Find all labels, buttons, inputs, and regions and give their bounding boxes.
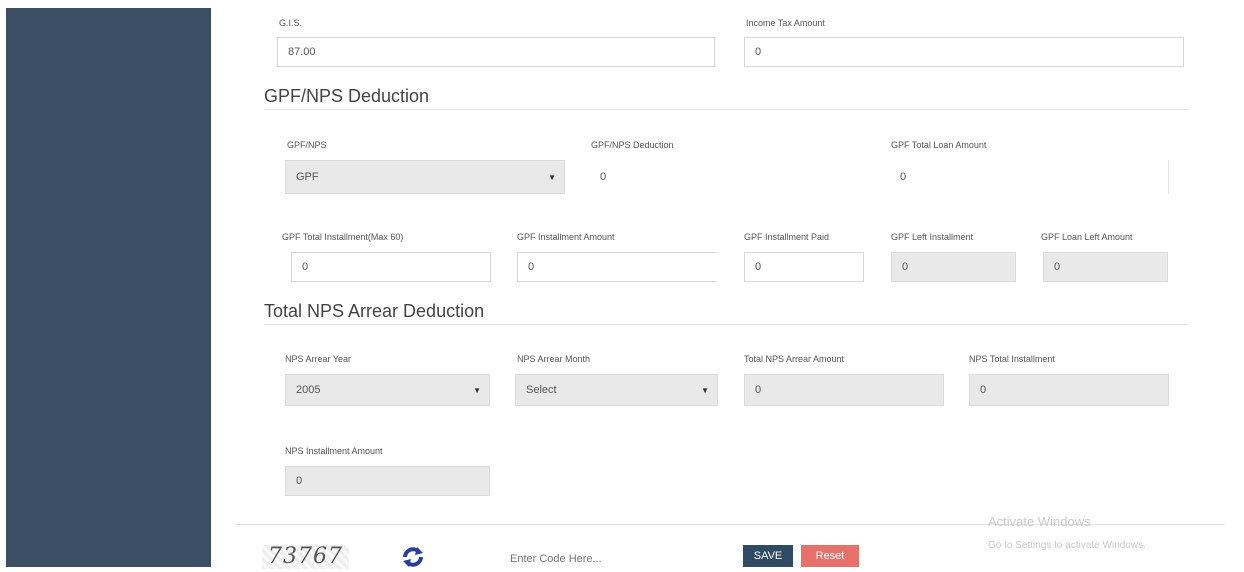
chevron-down-icon: ▼ <box>701 385 709 395</box>
captcha-image: 73767 <box>262 545 349 569</box>
nps-installment-amount-label: NPS Installment Amount <box>285 446 383 456</box>
gis-input[interactable]: 87.00 <box>277 37 715 67</box>
captcha-code-input[interactable] <box>505 550 715 567</box>
watermark-title: Activate Windows <box>988 514 1091 529</box>
nps-arrear-month-selected: Select <box>526 384 557 396</box>
nps-arrear-month-label: NPS Arrear Month <box>517 354 591 364</box>
gpf-left-installment-input: 0 <box>891 252 1016 282</box>
form-panel: G.I.S. 87.00 Income Tax Amount 0 GPF/NPS… <box>235 8 1225 525</box>
gpf-section-heading: GPF/NPS Deduction <box>264 86 430 106</box>
nps-arrear-year-label: NPS Arrear Year <box>285 354 352 364</box>
sidebar <box>6 8 211 567</box>
gpf-nps-selected: GPF <box>296 171 319 183</box>
chevron-down-icon: ▼ <box>548 172 556 182</box>
watermark-subtitle: Go to Settings to activate Windows. <box>988 540 1146 551</box>
nps-section-heading: Total NPS Arrear Deduction <box>264 301 485 321</box>
nps-installment-amount-input: 0 <box>285 466 490 496</box>
nps-total-installment-label: NPS Total Installment <box>969 354 1055 364</box>
gpf-nps-deduction-label: GPF/NPS Deduction <box>591 140 674 150</box>
nps-arrear-year-select[interactable]: 2005 ▼ <box>285 374 490 406</box>
gpf-installment-amount-input[interactable]: 0 <box>517 252 717 282</box>
nps-arrear-year-selected: 2005 <box>296 384 321 396</box>
chevron-down-icon: ▼ <box>473 385 481 395</box>
gpf-total-loan-input[interactable]: 0 <box>889 160 1169 194</box>
gpf-nps-label: GPF/NPS <box>287 140 327 150</box>
income-tax-label: Income Tax Amount <box>746 18 825 28</box>
gpf-installment-amount-label: GPF Installment Amount <box>517 232 615 242</box>
nps-total-installment-input: 0 <box>969 374 1169 406</box>
nps-arrear-month-select[interactable]: Select ▼ <box>515 374 718 406</box>
nps-section-divider <box>264 324 1189 325</box>
refresh-icon[interactable] <box>400 545 426 567</box>
gpf-total-installment-label: GPF Total Installment(Max 60) <box>282 232 404 242</box>
income-tax-input[interactable]: 0 <box>744 37 1184 67</box>
gpf-left-installment-label: GPF Left Installment <box>891 232 974 242</box>
gpf-installment-paid-label: GPF Installment Paid <box>744 232 830 242</box>
gpf-total-loan-label: GPF Total Loan Amount <box>891 140 987 150</box>
total-nps-arrear-amount-input: 0 <box>744 374 944 406</box>
gpf-nps-deduction-input[interactable]: 0 <box>589 160 859 194</box>
total-nps-arrear-amount-label: Total NPS Arrear Amount <box>744 354 845 364</box>
reset-button[interactable]: Reset <box>801 545 859 567</box>
gpf-section-divider <box>264 109 1189 110</box>
save-button[interactable]: SAVE <box>743 545 793 567</box>
gpf-nps-select[interactable]: GPF ▼ <box>285 160 565 194</box>
gpf-installment-paid-input[interactable]: 0 <box>744 252 864 282</box>
gis-label: G.I.S. <box>279 18 303 28</box>
gpf-loan-left-amount-label: GPF Loan Left Amount <box>1041 232 1133 242</box>
gpf-loan-left-amount-input: 0 <box>1043 252 1168 282</box>
gpf-total-installment-input[interactable]: 0 <box>291 252 491 282</box>
